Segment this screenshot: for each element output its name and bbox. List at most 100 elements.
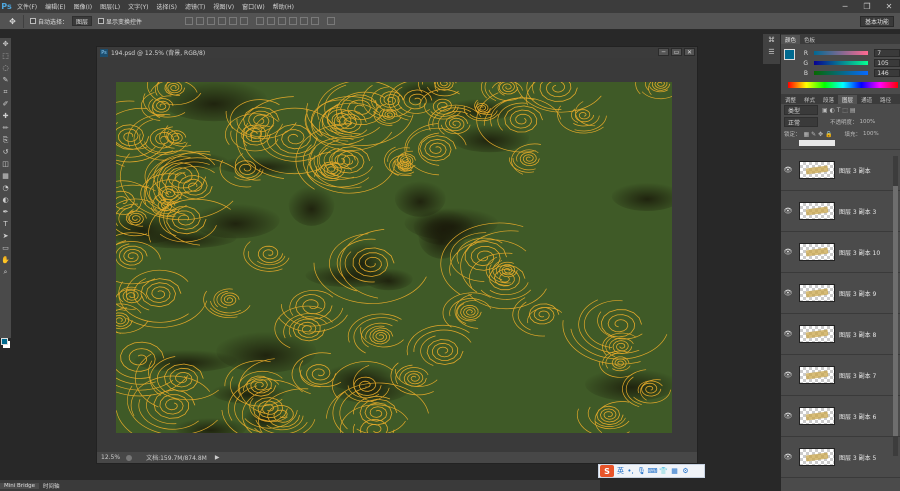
- visibility-eye-icon[interactable]: 👁: [783, 207, 793, 215]
- sogou-logo-icon[interactable]: S: [600, 465, 614, 477]
- visibility-eye-icon[interactable]: 👁: [783, 330, 793, 338]
- align-left-icon[interactable]: [218, 17, 227, 25]
- r-value-field[interactable]: 7: [874, 49, 900, 57]
- align-bottom-icon[interactable]: [207, 17, 216, 25]
- b-value-field[interactable]: 146: [874, 69, 900, 77]
- auto-select-checkbox[interactable]: [30, 18, 36, 24]
- gradient-tool-icon[interactable]: ▦: [0, 170, 11, 182]
- distribute-vcenter-icon[interactable]: [267, 17, 276, 25]
- tab-swatches[interactable]: 色板: [800, 35, 819, 44]
- clone-stamp-icon[interactable]: ⎘: [0, 134, 11, 146]
- tab-layers-panel-5[interactable]: 路径: [876, 95, 895, 104]
- move-tool-icon[interactable]: ✥: [0, 38, 11, 50]
- zoom-level[interactable]: 12.5%: [101, 454, 120, 461]
- layer-row[interactable]: 👁 图层 3 副本 8: [781, 314, 900, 355]
- menu-item-7[interactable]: 视图(V): [209, 2, 238, 11]
- layer-name[interactable]: 图层 3 副本: [839, 166, 871, 175]
- blur-tool-icon[interactable]: ◔: [0, 182, 11, 194]
- color-spectrum-bar[interactable]: [788, 82, 898, 88]
- filter-icons[interactable]: ▣ ◐ T ⬚ ▤: [822, 107, 856, 114]
- opacity-value[interactable]: 100%: [860, 119, 876, 125]
- layer-name[interactable]: 图层 3 副本 9: [839, 289, 876, 298]
- shape-tool-icon[interactable]: ▭: [0, 242, 11, 254]
- doc-close-button[interactable]: ✕: [684, 48, 695, 56]
- history-brush-icon[interactable]: ↺: [0, 146, 11, 158]
- g-value-field[interactable]: 105: [874, 59, 900, 67]
- type-tool-icon[interactable]: T: [0, 218, 11, 230]
- eyedropper-tool-icon[interactable]: ✐: [0, 98, 11, 110]
- align-vcenter-icon[interactable]: [196, 17, 205, 25]
- crop-tool-icon[interactable]: ⌗: [0, 86, 11, 98]
- distribute-top-icon[interactable]: [256, 17, 265, 25]
- menu-item-1[interactable]: 编辑(E): [41, 2, 69, 11]
- doc-minimize-button[interactable]: ─: [658, 48, 669, 56]
- minimize-button[interactable]: ─: [834, 0, 856, 13]
- menu-item-8[interactable]: 窗口(W): [238, 2, 269, 11]
- menu-item-3[interactable]: 图层(L): [96, 2, 124, 11]
- align-top-icon[interactable]: [185, 17, 194, 25]
- tab-layers-panel-0[interactable]: 调整: [781, 95, 800, 104]
- layer-row[interactable]: 👁 图层 3 副本 10: [781, 232, 900, 273]
- fill-value[interactable]: 100%: [863, 131, 879, 137]
- tab-layers-panel-1[interactable]: 样式: [800, 95, 819, 104]
- foreground-color-swatch[interactable]: [1, 338, 8, 345]
- toolbox-icon[interactable]: ▦: [670, 467, 679, 476]
- distribute-right-icon[interactable]: [311, 17, 320, 25]
- eraser-tool-icon[interactable]: ◫: [0, 158, 11, 170]
- hand-tool-icon[interactable]: ✋: [0, 254, 11, 266]
- visibility-eye-icon[interactable]: 👁: [783, 371, 793, 379]
- layer-row[interactable]: 👁 图层 3 副本 6: [781, 396, 900, 437]
- auto-align-icon[interactable]: [327, 17, 336, 25]
- visibility-eye-icon[interactable]: 👁: [783, 166, 793, 174]
- auto-select-dropdown[interactable]: 图层: [72, 16, 93, 26]
- canvas-artwork[interactable]: [116, 82, 672, 433]
- layer-row[interactable]: 👁 图层 3 副本 9: [781, 273, 900, 314]
- distribute-hcenter-icon[interactable]: [300, 17, 309, 25]
- menu-item-4[interactable]: 文字(Y): [124, 2, 152, 11]
- path-select-icon[interactable]: ➤: [0, 230, 11, 242]
- r-slider[interactable]: [814, 51, 869, 55]
- scroll-thumb[interactable]: [893, 186, 898, 436]
- tab-mini-bridge[interactable]: Mini Bridge: [0, 482, 39, 489]
- tab-layers-panel-4[interactable]: 通道: [857, 95, 876, 104]
- align-right-icon[interactable]: [240, 17, 249, 25]
- layer-name[interactable]: 图层 3 副本 10: [839, 248, 880, 257]
- visibility-eye-icon[interactable]: 👁: [783, 412, 793, 420]
- menu-item-5[interactable]: 选择(S): [152, 2, 181, 11]
- align-hcenter-icon[interactable]: [229, 17, 238, 25]
- distribute-left-icon[interactable]: [289, 17, 298, 25]
- status-icon[interactable]: [126, 454, 133, 461]
- layer-name[interactable]: 图层 3 副本 5: [839, 453, 876, 462]
- visibility-eye-icon[interactable]: 👁: [783, 453, 793, 461]
- ime-language[interactable]: 英: [617, 466, 624, 476]
- menu-item-0[interactable]: 文件(F): [13, 2, 41, 11]
- properties-panel-icon[interactable]: ☰: [763, 46, 780, 58]
- restore-button[interactable]: ❐: [856, 0, 878, 13]
- settings-icon[interactable]: ⚙: [681, 467, 690, 476]
- doc-maximize-button[interactable]: ▭: [671, 48, 682, 56]
- visibility-eye-icon[interactable]: 👁: [783, 248, 793, 256]
- layer-name[interactable]: 图层 3 副本 8: [839, 330, 876, 339]
- layer-row[interactable]: 👁 图层 3 副本 7: [781, 355, 900, 396]
- history-panel-icon[interactable]: ⌘: [763, 34, 780, 46]
- b-slider[interactable]: [814, 71, 869, 75]
- tab-color[interactable]: 颜色: [781, 35, 801, 44]
- skin-icon[interactable]: 👕: [659, 467, 668, 476]
- tab-layers-panel-3[interactable]: 图层: [838, 95, 858, 104]
- menu-item-2[interactable]: 图像(I): [70, 2, 96, 11]
- lock-icons[interactable]: ▦ ✎ ✥ 🔒: [804, 131, 833, 138]
- show-transform-checkbox[interactable]: [98, 18, 105, 24]
- layer-filter-dropdown[interactable]: 类型: [784, 105, 818, 115]
- layer-name[interactable]: 图层 3 副本 6: [839, 412, 876, 421]
- punctuation-icon[interactable]: •,: [626, 467, 635, 476]
- keyboard-icon[interactable]: ⌨: [647, 467, 657, 476]
- blend-mode-dropdown[interactable]: 正常: [784, 117, 818, 127]
- dodge-tool-icon[interactable]: ◐: [0, 194, 11, 206]
- healing-brush-icon[interactable]: ✚: [0, 110, 11, 122]
- g-slider[interactable]: [814, 61, 869, 65]
- layer-name[interactable]: 图层 3 副本 7: [839, 371, 876, 380]
- marquee-tool-icon[interactable]: ⬚: [0, 50, 11, 62]
- tab-timeline[interactable]: 时间轴: [39, 482, 64, 490]
- menu-item-6[interactable]: 滤镜(T): [181, 2, 209, 11]
- color-fg-swatch[interactable]: [784, 49, 795, 60]
